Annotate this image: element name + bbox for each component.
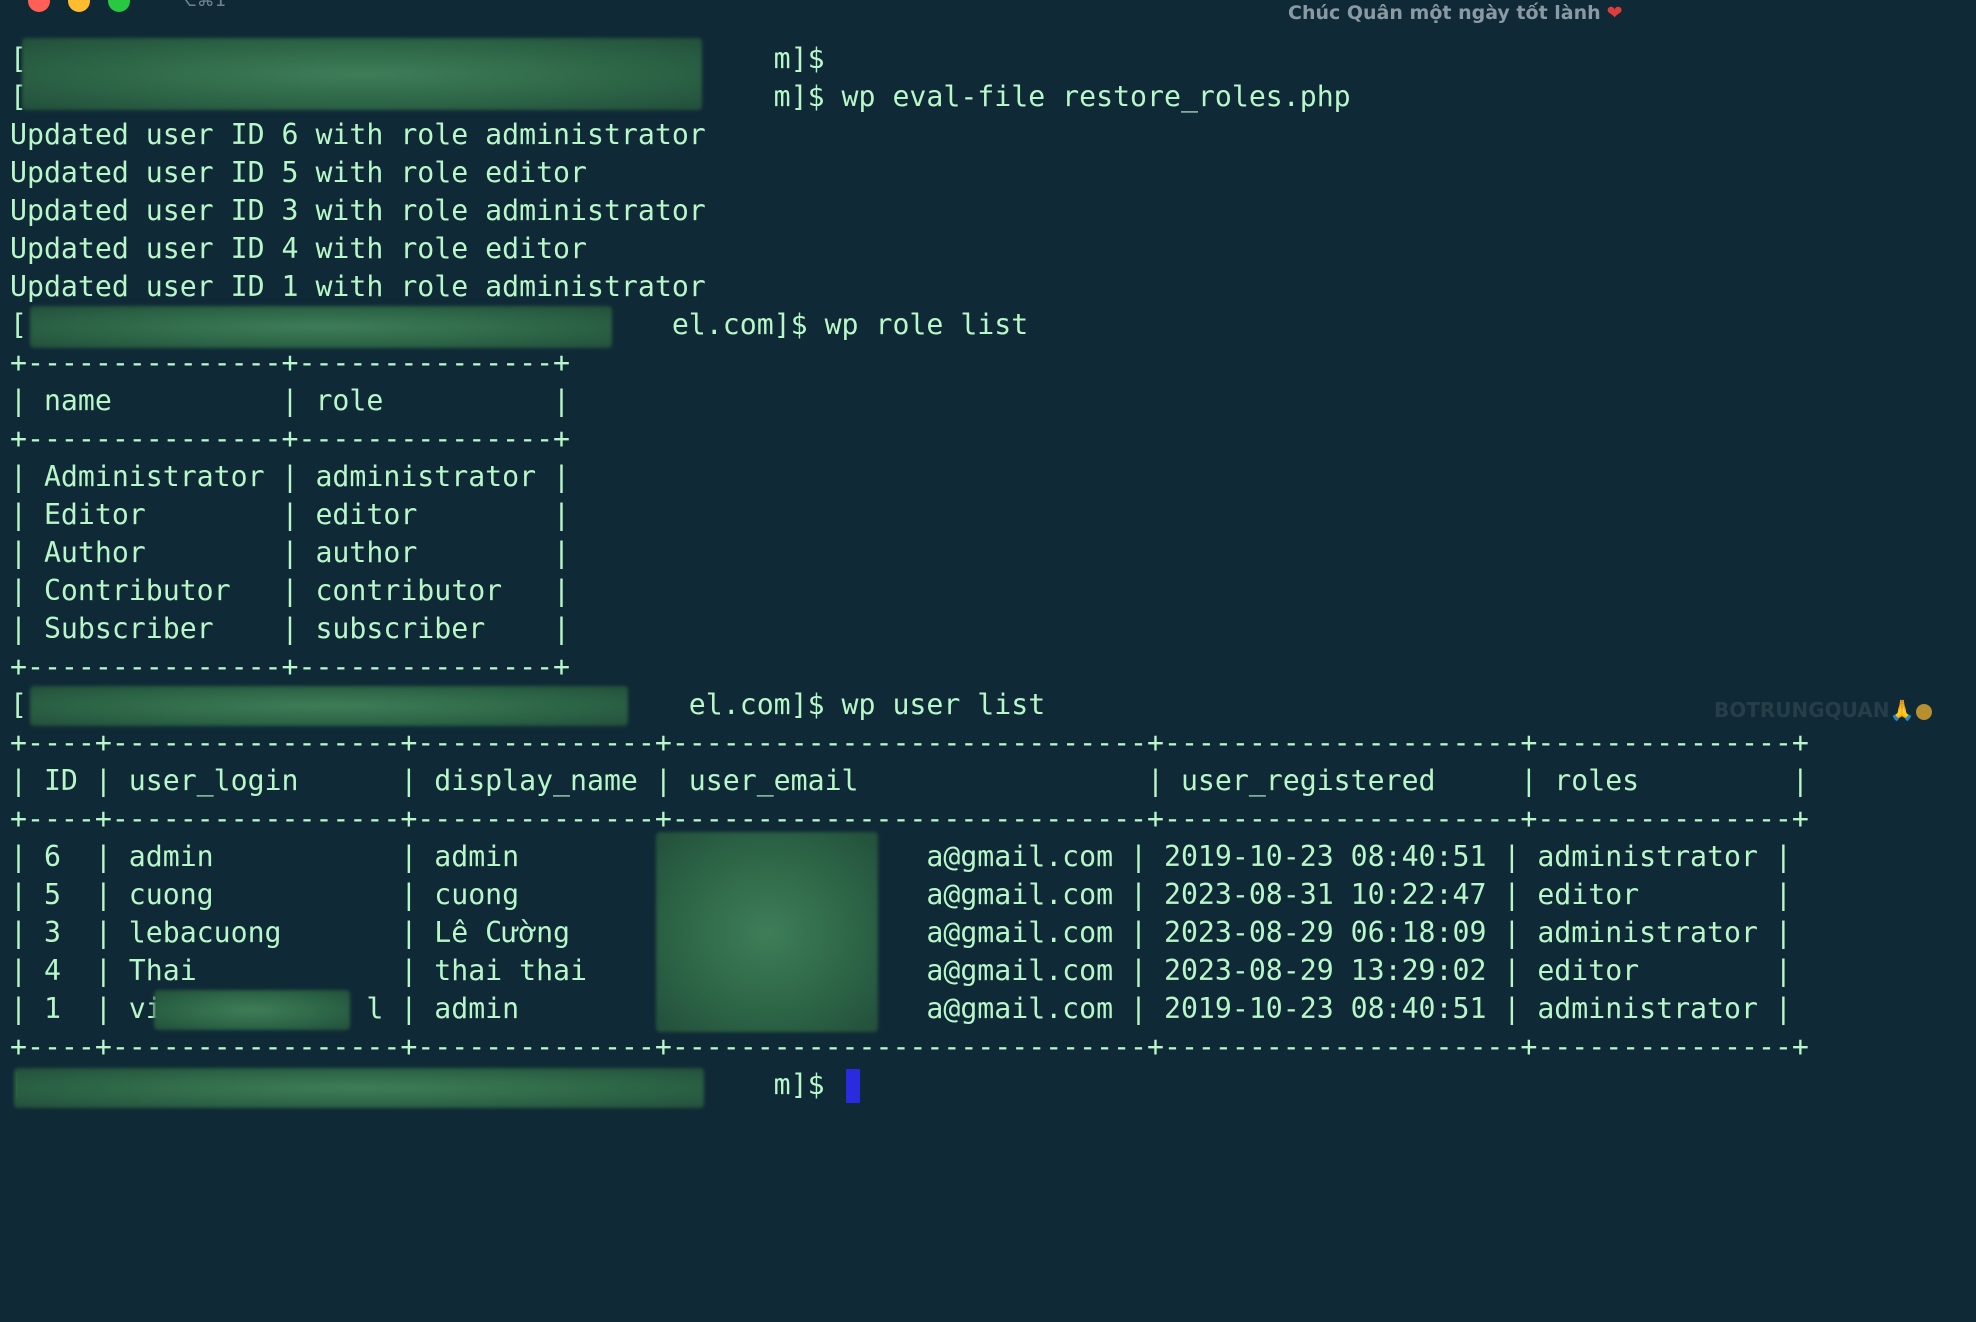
- greeting-banner: Chúc Quân một ngày tốt lành ❤: [1288, 2, 1623, 24]
- table-row: | Editor | editor |: [10, 498, 571, 531]
- window-titlebar: ⌥⌘1 Chúc Quân một ngày tốt lành ❤: [0, 0, 1976, 28]
- table-row: | Author | author |: [10, 536, 571, 569]
- watermark: BOTRUNGQUAN🙏: [1714, 698, 1933, 722]
- heart-icon: ❤: [1606, 2, 1623, 24]
- table-row: | Contributor | contributor |: [10, 574, 571, 607]
- watermark-text: BOTRUNGQUAN: [1714, 698, 1890, 722]
- table-border: +----+-----------------+--------------+-…: [10, 726, 1809, 759]
- watermark-dot-icon: [1916, 703, 1933, 720]
- output-line: Updated user ID 4 with role editor: [10, 232, 587, 265]
- terminal-output[interactable]: [ m]$ [ m]$ wp eval-file restore_roles.p…: [10, 40, 1960, 1104]
- table-row: | 4 | Thai | thai thai | c a@gmail.com |…: [10, 954, 1792, 987]
- praying-hands-icon: 🙏: [1889, 698, 1915, 722]
- table-border: +---------------+---------------+: [10, 422, 571, 455]
- redacted-hostname: [14, 1068, 704, 1108]
- close-window-button[interactable]: [28, 0, 50, 12]
- output-line: Updated user ID 6 with role administrato…: [10, 118, 706, 151]
- table-row: | 5 | cuong | cuong | c a@gmail.com | 20…: [10, 878, 1792, 911]
- redacted-hostname: [22, 38, 702, 110]
- redacted-hostname: [30, 686, 628, 726]
- output-line: Updated user ID 3 with role administrato…: [10, 194, 706, 227]
- table-row: | Administrator | administrator |: [10, 460, 571, 493]
- window-shortcut-label: ⌥⌘1: [176, 0, 227, 11]
- output-line: Updated user ID 5 with role editor: [10, 156, 587, 189]
- table-header-row: | ID | user_login | display_name | user_…: [10, 764, 1809, 797]
- table-border: +---------------+---------------+: [10, 346, 571, 379]
- greeting-text: Chúc Quân một ngày tốt lành: [1288, 2, 1601, 24]
- table-header-row: | name | role |: [10, 384, 571, 417]
- zoom-window-button[interactable]: [108, 0, 130, 12]
- minimize-window-button[interactable]: [68, 0, 90, 12]
- redacted-user-login: [154, 990, 350, 1030]
- redacted-hostname: [30, 306, 612, 348]
- text-cursor: [845, 1069, 860, 1103]
- table-row: | 6 | admin | admin | c a@gmail.com | 20…: [10, 840, 1792, 873]
- table-row: | 3 | lebacuong | Lê Cường | c a@gmail.c…: [10, 916, 1792, 949]
- output-line: Updated user ID 1 with role administrato…: [10, 270, 706, 303]
- redacted-email: [656, 832, 878, 1032]
- table-row: | Subscriber | subscriber |: [10, 612, 571, 645]
- table-border: +----+-----------------+--------------+-…: [10, 1030, 1809, 1063]
- table-border: +---------------+---------------+: [10, 650, 571, 683]
- table-border: +----+-----------------+--------------+-…: [10, 802, 1809, 835]
